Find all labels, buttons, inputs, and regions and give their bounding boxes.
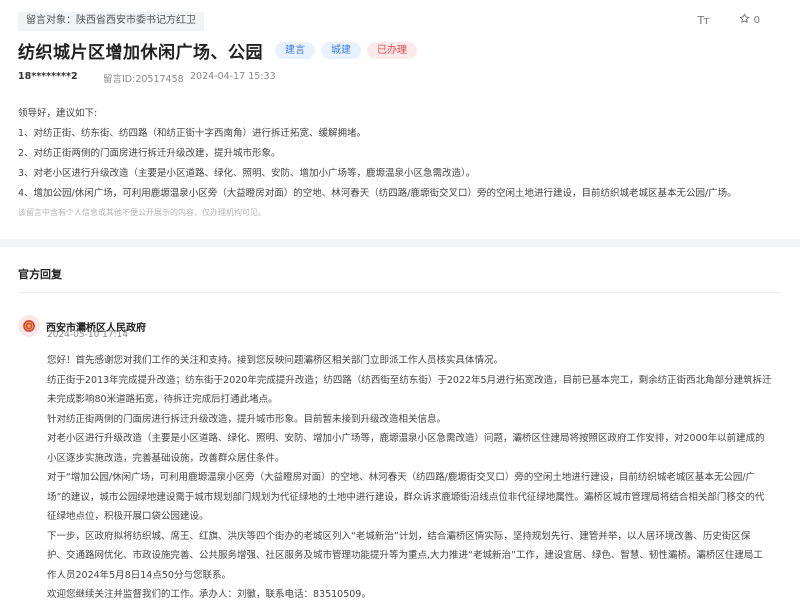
reply-heading: 官方回复 [18, 268, 62, 281]
message-line: 2、对纺正街两侧的门面房进行拆迁升级改建，提升城市形象。 [18, 148, 281, 159]
message-line: 1、对纺正街、纺东街、纺四路（和纺正街十字西南角）进行拆迁拓宽、缓解拥堵。 [18, 128, 367, 139]
reply-line: 针对纺正街两侧的门面房进行拆迁升级改造，提升城市形象。目前暂未接到升级改造相关信… [47, 413, 447, 425]
badge-category: 城建 [321, 42, 361, 59]
meta-row: 18********2 留言ID:20517458 2024-04-17 15:… [18, 71, 276, 85]
reply-body: 您好！首先感谢您对我们工作的关注和支持。接到您反映问题灞桥区相关部门立即派工作人… [47, 351, 782, 605]
message-target-tag: 留言对象：陕西省西安市委书记方红卫 [18, 12, 204, 31]
reply-datetime: 2024-05-10 17:14 [47, 330, 129, 340]
reply-line: 对于“增加公园/休闲广场，可利用鹿塬温泉小区旁（大益瞪房对面）的空地、林河春天（… [47, 472, 756, 483]
message-line: 领导好，建议如下: [18, 108, 98, 119]
category-badges: 建言 城建 已办理 [275, 42, 417, 59]
reply-line: 下一步，区政府拟将纺织城、席王、红旗、洪庆等四个街办的老城区列入“老城新治”计划… [47, 530, 751, 542]
reply-line: 作人员2024年5月8日14点50分与您联系。 [47, 569, 231, 581]
badge-status: 已办理 [367, 42, 417, 59]
favorite-count: 0 [753, 14, 760, 26]
message-line: 3、对老小区进行升级改造（主要是小区道路、绿化、照明、安防、增加小广场等，鹿塬温… [18, 168, 476, 179]
message-line: 4、增加公园/休闲广场，可利用鹿塬温泉小区旁（大益瞪房对面）的空地、林河春天（纺… [18, 188, 737, 199]
message-id: 留言ID:20517458 [103, 74, 184, 85]
reply-line: 欢迎您继续关注并监督我们的工作。承办人：刘徽，联系电话：83510509。 [47, 589, 371, 600]
message-body: 领导好，建议如下: 1、对纺正街、纺东街、纺四路（和纺正街十字西南角）进行拆迁拓… [18, 104, 778, 204]
favorite-button[interactable]: 0 [739, 13, 760, 27]
reply-line: 征绿地点位，积极开展口袋公园建设。 [47, 511, 209, 522]
section-divider [0, 239, 800, 247]
badge-type: 建言 [275, 42, 315, 59]
top-actions: Tт 0 [697, 13, 760, 27]
post-user: 18********2 [18, 71, 78, 82]
title-row: 纺织城片区增加休闲广场、公园 建言 城建 已办理 [18, 38, 417, 63]
font-size-icon[interactable]: Tт [697, 14, 709, 27]
reply-line: 护、交通路网优化、市政设施完善、公共服务增强、社区服务及城市管理功能提升等为重点… [47, 550, 763, 561]
reply-line: 您好！首先感谢您对我们工作的关注和支持。接到您反映问题灞桥区相关部门立即派工作人… [47, 355, 504, 366]
reply-line: 场”的建议，城市公园绿地建设需于城市规划部门规划为代征绿地的土地中进行建设，群众… [47, 491, 765, 503]
star-icon [739, 13, 750, 27]
reply-line: 对老小区进行升级改造（主要是小区道路、绿化、照明、安防、增加小广场等，鹿塬温泉小… [47, 433, 765, 444]
privacy-disclaimer: 该留言中含有个人信息或其他不便公开展示的内容，仅办理机构可见。 [18, 208, 266, 217]
reply-line: 纺正街于2013年完成提升改造；纺东街于2020年完成提升改造；纺四路（纺西街至… [47, 374, 772, 386]
reply-line: 未完成影响80米道路拓宽，待拆迁完成后打通此堵点。 [47, 394, 278, 405]
post-datetime: 2024-04-17 15:33 [190, 71, 276, 82]
government-emblem-icon [18, 315, 40, 337]
reply-heading-rule [18, 292, 782, 293]
reply-line: 小区逐步实施改造，完善基础设施，改善群众居住条件。 [47, 452, 285, 464]
page-title: 纺织城片区增加休闲广场、公园 [18, 43, 263, 63]
message-detail-page: 留言对象：陕西省西安市委书记方红卫 Tт 0 纺织城片区增加休闲广场、公园 建言… [0, 0, 800, 608]
